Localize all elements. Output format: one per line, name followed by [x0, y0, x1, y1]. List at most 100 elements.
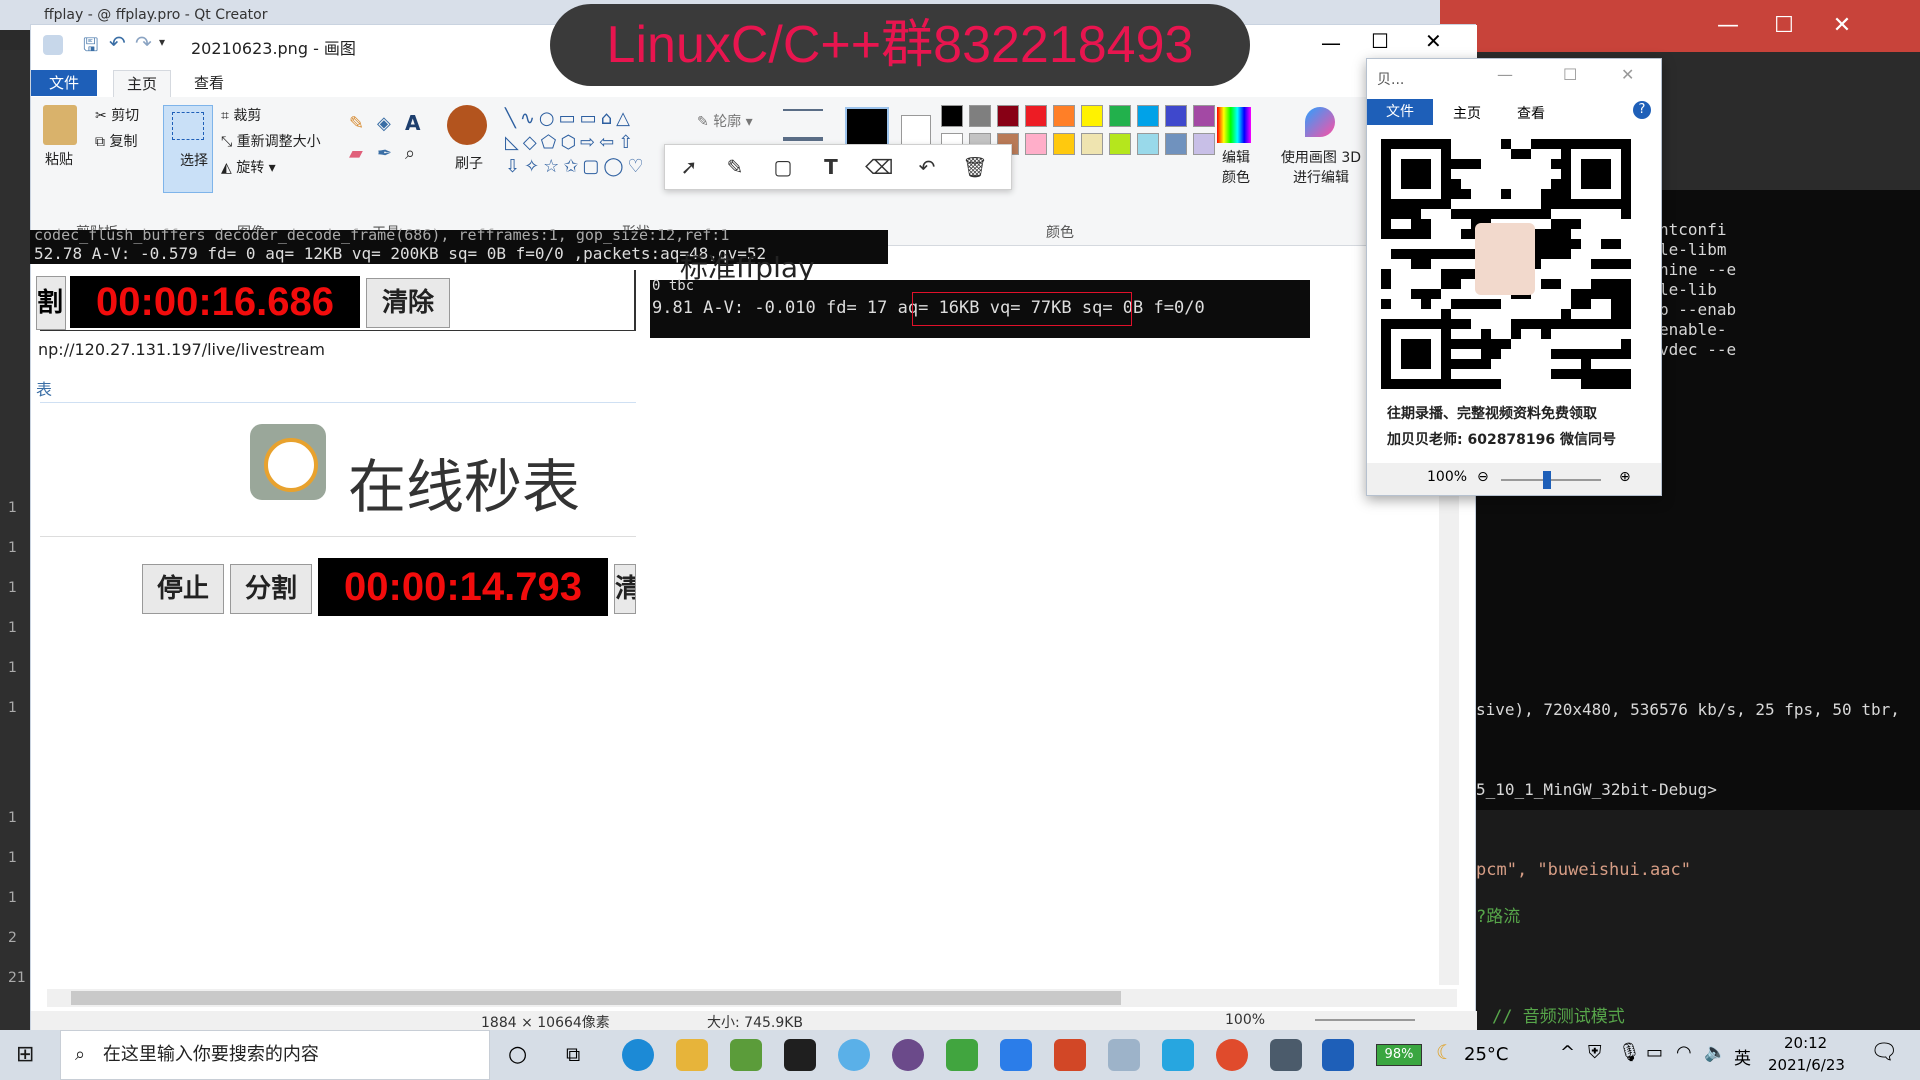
- taskbar-search[interactable]: ⌕ 在这里输入你要搜索的内容: [60, 1030, 490, 1080]
- eraser-icon[interactable]: ▰: [349, 143, 363, 164]
- color-picker-icon[interactable]: ✒: [377, 143, 392, 164]
- scrollbar-thumb[interactable]: [71, 991, 1121, 1005]
- color-swatch[interactable]: [1193, 133, 1215, 155]
- tab-view[interactable]: 查看: [181, 70, 237, 96]
- color-swatch[interactable]: [969, 105, 991, 127]
- rotate-button[interactable]: ◭ 旋转 ▾: [221, 157, 276, 177]
- qt-creator-icon[interactable]: [946, 1039, 978, 1071]
- tab-file[interactable]: 文件: [31, 70, 97, 96]
- tab-home[interactable]: 主页: [1453, 103, 1481, 123]
- maximize-icon[interactable]: ☐: [1756, 0, 1812, 52]
- notifications-icon[interactable]: 🗨: [1870, 1040, 1898, 1065]
- redo-icon[interactable]: ↷: [135, 31, 152, 55]
- cortana-icon[interactable]: ○: [508, 1042, 527, 1067]
- security-icon[interactable]: ⛨: [1588, 1042, 1602, 1063]
- maximize-icon[interactable]: ☐: [1371, 29, 1389, 53]
- close-icon[interactable]: ✕: [1814, 0, 1870, 52]
- pencil-icon[interactable]: ✎: [349, 113, 364, 134]
- color-swatch[interactable]: [1025, 105, 1047, 127]
- text-icon[interactable]: T: [817, 153, 845, 181]
- color-swatch[interactable]: [941, 105, 963, 127]
- undo-icon[interactable]: ↶: [913, 153, 941, 181]
- line-size-icon[interactable]: [783, 109, 823, 141]
- quick-access-dropdown-icon[interactable]: ▾: [159, 35, 165, 49]
- rectangle-icon[interactable]: ▢: [769, 153, 797, 181]
- minimize-icon[interactable]: —: [1700, 0, 1756, 52]
- volume-icon[interactable]: 🔈: [1704, 1042, 1726, 1063]
- paste-icon[interactable]: [43, 105, 77, 145]
- help-icon[interactable]: ?: [1633, 101, 1651, 119]
- maximize-icon[interactable]: ☐: [1563, 65, 1577, 84]
- file-explorer-icon[interactable]: [676, 1039, 708, 1071]
- zoom-out-icon[interactable]: ⊖: [1477, 469, 1489, 485]
- color-swatch[interactable]: [1109, 105, 1131, 127]
- paint3d-button[interactable]: 使用画图 3D 进行编辑: [1277, 147, 1365, 187]
- powerpoint-icon[interactable]: [1054, 1039, 1086, 1071]
- minimize-icon[interactable]: —: [1497, 65, 1513, 84]
- terminal-icon[interactable]: [784, 1039, 816, 1071]
- browser-icon[interactable]: [838, 1039, 870, 1071]
- temperature[interactable]: 25°C: [1464, 1044, 1508, 1065]
- close-icon[interactable]: ✕: [1425, 29, 1442, 53]
- color-swatch[interactable]: [1081, 133, 1103, 155]
- drawing-canvas[interactable]: [37, 247, 1467, 1007]
- video-app-icon[interactable]: [1162, 1039, 1194, 1071]
- color-swatch[interactable]: [1053, 105, 1075, 127]
- paint-icon[interactable]: [1108, 1039, 1140, 1071]
- zoom-in-icon[interactable]: ⊕: [1619, 469, 1631, 485]
- power-icon[interactable]: ▭: [1646, 1042, 1663, 1063]
- close-icon[interactable]: ✕: [1621, 65, 1634, 84]
- magnifier-icon[interactable]: ⌕: [405, 143, 415, 164]
- zoom-slider[interactable]: [1315, 1019, 1415, 1021]
- tab-view[interactable]: 查看: [1517, 103, 1545, 123]
- tablet-icon[interactable]: [1270, 1039, 1302, 1071]
- edge-icon[interactable]: [622, 1039, 654, 1071]
- color-swatch[interactable]: [1165, 133, 1187, 155]
- color-swatch[interactable]: [1165, 105, 1187, 127]
- cut-button[interactable]: ✂ 剪切: [95, 105, 139, 125]
- color2-swatch[interactable]: [901, 115, 931, 145]
- text-tool-icon[interactable]: A: [405, 111, 420, 135]
- shapes-gallery[interactable]: ╲∿○▭▭⌂△ ◺◇⬠⬡⇨⇦⇧ ⇩✧☆✩▢◯♡: [505, 107, 675, 177]
- wifi-icon[interactable]: ◠: [1676, 1042, 1692, 1063]
- brush-icon[interactable]: [447, 105, 487, 145]
- paste-button[interactable]: 粘贴: [45, 149, 73, 169]
- rainbow-icon[interactable]: [1217, 107, 1251, 143]
- select-icon[interactable]: ➚: [675, 153, 703, 181]
- edit-colors-button[interactable]: 编辑颜色: [1219, 147, 1253, 187]
- tab-file[interactable]: 文件: [1367, 99, 1433, 125]
- brush-button[interactable]: 刷子: [455, 153, 483, 173]
- minimize-icon[interactable]: —: [1321, 31, 1341, 55]
- fill-icon[interactable]: ◈: [377, 113, 391, 134]
- color-swatch[interactable]: [1081, 105, 1103, 127]
- paint3d-icon[interactable]: [1305, 107, 1335, 137]
- windows-start-icon[interactable]: ⊞: [16, 1042, 34, 1067]
- battery-indicator[interactable]: 98%: [1376, 1044, 1422, 1066]
- color-swatch[interactable]: [997, 105, 1019, 127]
- undo-icon[interactable]: ↶: [109, 31, 126, 55]
- outline-button[interactable]: ✎ 轮廓 ▾: [697, 111, 753, 131]
- crop-button[interactable]: ⌗ 裁剪: [221, 105, 261, 125]
- color-swatch[interactable]: [1109, 133, 1131, 155]
- task-view-icon[interactable]: ⧉: [566, 1042, 580, 1066]
- copy-button[interactable]: ⧉ 复制: [95, 131, 137, 151]
- pen-icon[interactable]: ✎: [721, 153, 749, 181]
- weather-icon[interactable]: ☾: [1436, 1040, 1454, 1064]
- chevron-up-icon[interactable]: ^: [1560, 1042, 1575, 1063]
- recorder-icon[interactable]: [1216, 1039, 1248, 1071]
- screen-icon[interactable]: [1322, 1039, 1354, 1071]
- tab-home[interactable]: 主页: [113, 70, 171, 97]
- color-swatch[interactable]: [1025, 133, 1047, 155]
- image-viewer-icon[interactable]: [730, 1039, 762, 1071]
- save-icon[interactable]: 🖫: [83, 33, 98, 63]
- zoom-slider-thumb[interactable]: [1543, 471, 1551, 489]
- delete-icon[interactable]: 🗑: [961, 153, 989, 181]
- color-swatch[interactable]: [1053, 133, 1075, 155]
- clock-time[interactable]: 20:12: [1784, 1034, 1827, 1052]
- input-method[interactable]: 英: [1734, 1044, 1751, 1069]
- color-swatch[interactable]: [1137, 133, 1159, 155]
- color1-swatch[interactable]: [845, 107, 889, 147]
- select-button[interactable]: 选择: [163, 105, 213, 193]
- clock-date[interactable]: 2021/6/23: [1768, 1056, 1845, 1074]
- notes-icon[interactable]: [1000, 1039, 1032, 1071]
